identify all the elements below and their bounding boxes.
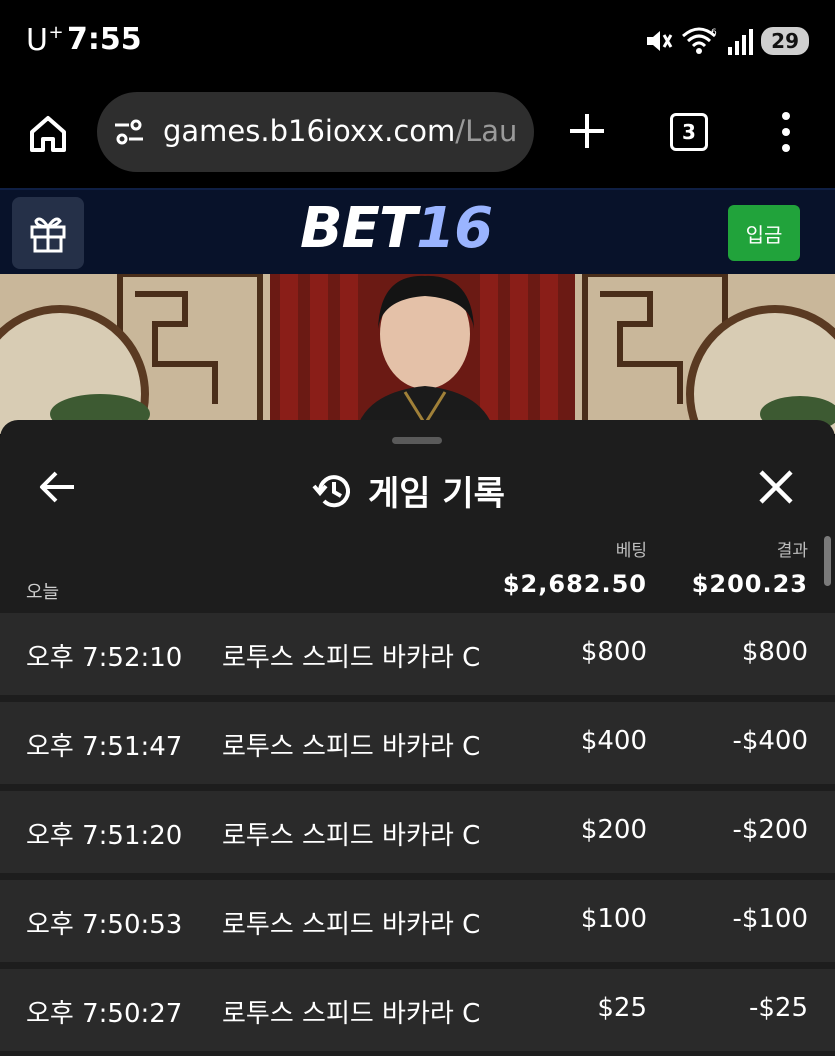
history-list: 오후 7:52:10 로투스 스피드 바카라 C $800 $800 오후 7:… [0,613,835,1056]
row-result: $800 [741,637,808,667]
new-tab-icon[interactable] [566,110,608,152]
live-dealer-video-frame [0,274,835,434]
row-game: 로투스 스피드 바카라 C [222,732,481,762]
history-row[interactable]: 오후 7:50:27 로투스 스피드 바카라 C $25 -$25 [0,969,835,1051]
row-bet: $100 [580,904,647,934]
row-result: -$25 [748,993,808,1023]
brand-logo[interactable]: BET16 [300,196,493,261]
game-history-sheet: 게임 기록 베팅 결과 오늘 $2,682.50 $200.23 오후 7:52… [0,420,835,1056]
sheet-header: 게임 기록 [312,466,505,515]
row-time: 오후 7:50:53 [26,910,183,940]
result-column-header: 결과 [776,541,808,561]
history-row[interactable]: 오후 7:50:53 로투스 스피드 바카라 C $100 -$100 [0,880,835,962]
wifi-icon: 6 [682,27,717,54]
total-bet: $2,682.50 [502,570,647,598]
status-bar: U+ 7:55 6 29 [0,0,835,80]
signal-icon [728,29,754,55]
row-bet: $400 [580,726,647,756]
deposit-button[interactable]: 입금 [728,205,800,261]
mute-icon [647,31,673,51]
svg-text:6: 6 [711,28,717,38]
close-icon[interactable] [757,468,795,506]
browser-toolbar: games.b16ioxx.com/Lau 3 [0,80,835,188]
row-bet: $25 [597,993,647,1023]
row-result: -$200 [732,815,808,845]
row-time: 오후 7:51:47 [26,732,183,762]
row-game: 로투스 스피드 바카라 C [222,999,481,1029]
row-time: 오후 7:52:10 [26,643,183,673]
back-arrow-icon[interactable] [38,470,78,504]
row-game: 로투스 스피드 바카라 C [222,821,481,851]
tab-switcher-button[interactable]: 3 [670,113,708,151]
url-text: games.b16ioxx.com/Lau [163,114,518,148]
row-bet: $200 [580,815,647,845]
row-game: 로투스 스피드 바카라 C [222,910,481,940]
row-game: 로투스 스피드 바카라 C [222,643,481,673]
battery-level: 29 [761,27,809,55]
address-bar[interactable]: games.b16ioxx.com/Lau [97,92,534,172]
row-result: -$100 [732,904,808,934]
live-video [0,274,835,434]
sheet-title: 게임 기록 [368,474,505,514]
bet-column-header: 베팅 [615,541,647,561]
home-icon[interactable] [26,112,70,156]
history-row[interactable]: 오후 7:52:10 로투스 스피드 바카라 C $800 $800 [0,613,835,695]
status-icons: 6 29 [643,24,809,58]
site-header: BET16 입금 [0,188,835,276]
row-time: 오후 7:50:27 [26,999,183,1029]
scrollbar-thumb[interactable] [824,536,831,586]
status-clock: 7:55 [67,22,142,57]
history-row[interactable]: 오후 7:51:47 로투스 스피드 바카라 C $400 -$400 [0,702,835,784]
row-result: -$400 [732,726,808,756]
row-bet: $800 [580,637,647,667]
history-icon [312,474,350,507]
history-row[interactable]: 오후 7:51:20 로투스 스피드 바카라 C $200 -$200 [0,791,835,873]
gift-icon [30,217,66,253]
more-menu-icon[interactable] [775,110,797,154]
sheet-drag-handle[interactable] [392,437,442,444]
section-label-today: 오늘 [26,582,60,603]
carrier-name: U+ [26,22,65,58]
site-settings-icon[interactable] [113,118,145,146]
gift-button[interactable] [12,197,84,269]
total-result: $200.23 [691,570,808,598]
row-time: 오후 7:51:20 [26,821,183,851]
